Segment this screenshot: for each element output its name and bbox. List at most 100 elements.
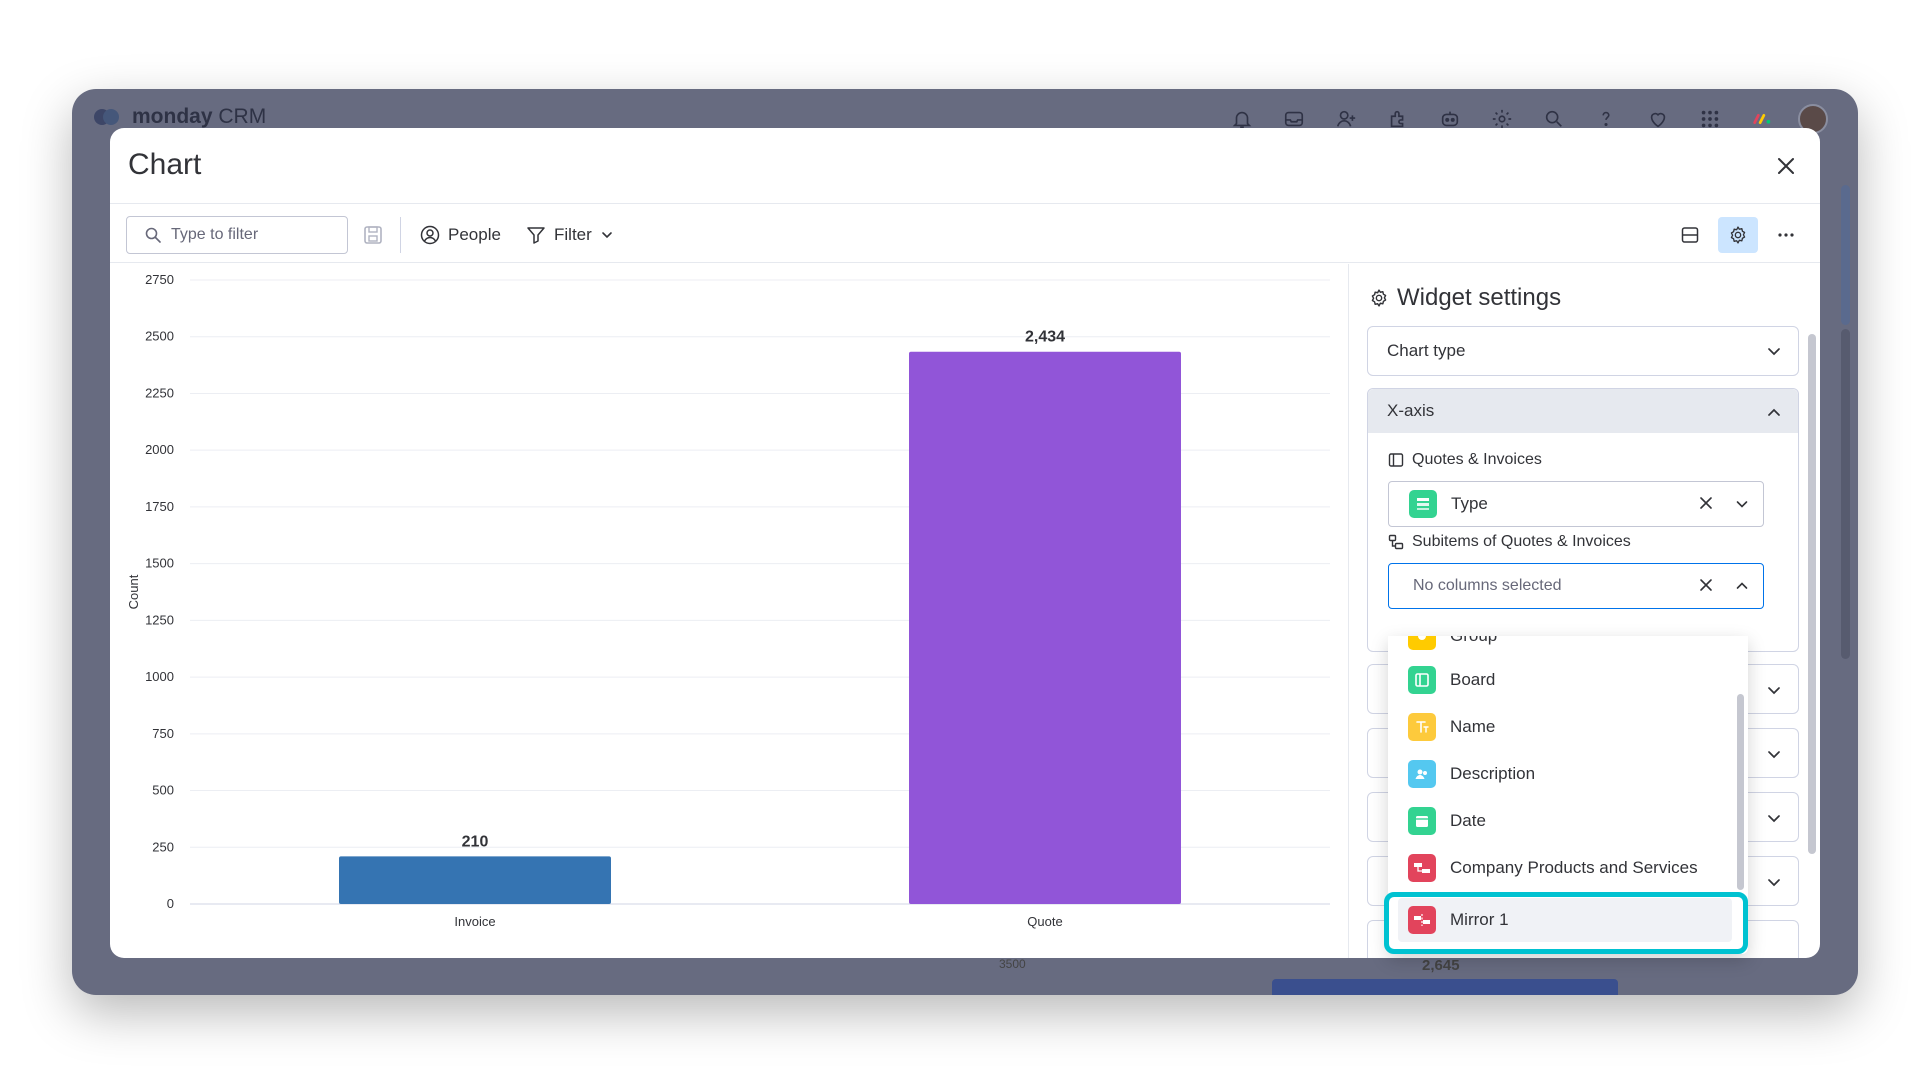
filter-search[interactable] — [126, 216, 348, 254]
chevron-down-icon — [1768, 751, 1780, 759]
widget-settings-title: Widget settings — [1369, 284, 1561, 312]
type-column-select[interactable]: Type — [1388, 481, 1764, 527]
chart-type-section[interactable]: Chart type — [1367, 326, 1799, 376]
chart-area: 0 250 500 750 1000 1250 1500 1750 2000 2250 2500 27… — [110, 264, 1348, 958]
people-filter-button[interactable]: People — [420, 217, 501, 253]
product-name: CRM — [218, 105, 267, 128]
modal-header: Chart — [110, 128, 1820, 204]
option-date[interactable]: Date — [1398, 799, 1732, 843]
background-chart-value: 2,645 — [1422, 957, 1460, 974]
y-tick-label: 0 — [167, 896, 174, 911]
y-tick-label: 750 — [152, 726, 174, 741]
brand-name: monday — [132, 105, 213, 128]
chevron-down-icon — [1768, 815, 1780, 823]
bar-chart: 0 250 500 750 1000 1250 1500 1750 2000 2250 2500 27… — [126, 272, 1330, 929]
y-axis-title: Count — [126, 574, 141, 609]
person-circle-icon — [420, 225, 440, 245]
option-label: Name — [1450, 717, 1496, 736]
gear-icon — [1371, 289, 1387, 307]
data-label: 2,434 — [1025, 329, 1065, 346]
layout-toggle-button[interactable] — [1670, 217, 1710, 253]
y-tick-label: 1250 — [145, 612, 174, 627]
panel-scrollbar[interactable] — [1808, 334, 1816, 854]
x-axis-label: X-axis — [1387, 401, 1435, 420]
search-input[interactable] — [171, 226, 341, 244]
bar-quote — [909, 351, 1181, 905]
board-source-label: Quotes & Invoices — [1388, 451, 1542, 469]
chevron-up-icon[interactable] — [1735, 579, 1749, 593]
toolbar-divider — [400, 217, 401, 253]
gear-icon — [1730, 226, 1746, 244]
widget-settings-label: Widget settings — [1397, 284, 1562, 311]
option-label: Company Products and Services — [1450, 858, 1698, 877]
y-tick-label: 2250 — [145, 385, 174, 400]
x-axis-section: X-axis Quotes & Invoices Type Subitems o… — [1367, 388, 1799, 652]
more-options-button[interactable] — [1766, 217, 1806, 253]
y-tick-label: 1000 — [145, 669, 174, 684]
x-tick-label: Invoice — [454, 914, 495, 929]
chevron-down-icon — [1768, 348, 1780, 356]
app-logo[interactable]: monday CRM — [94, 105, 266, 129]
x-tick-label: Quote — [1027, 914, 1062, 929]
option-label: Date — [1450, 811, 1486, 830]
chevron-down-icon[interactable] — [1735, 497, 1749, 511]
x-axis-header[interactable]: X-axis — [1368, 389, 1798, 433]
connect-boards-column-icon — [1408, 854, 1436, 882]
text-column-icon — [1408, 713, 1436, 741]
close-icon — [1778, 158, 1794, 174]
option-description[interactable]: Description — [1398, 752, 1732, 796]
option-name[interactable]: Name — [1398, 705, 1732, 749]
layout-icon — [1681, 227, 1699, 243]
people-column-icon — [1408, 760, 1436, 788]
y-tick-label: 250 — [152, 839, 174, 854]
background-chart-bar — [1272, 979, 1618, 995]
option-label: Description — [1450, 764, 1536, 783]
date-column-icon — [1408, 807, 1436, 835]
background-chart-tick: 3500 — [999, 957, 1026, 971]
board-source-name: Quotes & Invoices — [1412, 451, 1542, 468]
subitems-column-select[interactable]: No columns selected — [1388, 563, 1764, 609]
funnel-icon — [527, 227, 545, 244]
y-tick-label: 2000 — [145, 442, 174, 457]
chevron-down-icon — [601, 232, 612, 239]
y-tick-label: 2750 — [145, 272, 174, 287]
ellipsis-icon — [1778, 233, 1794, 237]
y-tick-label: 1750 — [145, 499, 174, 514]
modal-title: Chart — [128, 148, 202, 181]
monday-logo-icon — [94, 106, 124, 128]
chart-type-label: Chart type — [1387, 341, 1466, 360]
background-scrollbar-track — [1841, 329, 1850, 659]
widget-settings-button[interactable] — [1718, 217, 1758, 253]
group-column-icon — [1408, 636, 1436, 650]
clear-icon[interactable] — [1699, 496, 1713, 510]
chevron-up-icon — [1768, 408, 1780, 416]
background-scrollbar — [1841, 185, 1850, 325]
no-columns-placeholder: No columns selected — [1413, 577, 1562, 594]
option-label: Mirror 1 — [1450, 910, 1509, 929]
option-label: Board — [1450, 670, 1496, 689]
option-board[interactable]: Board — [1398, 658, 1732, 702]
filter-button[interactable]: Filter — [526, 217, 614, 253]
search-icon — [145, 227, 161, 243]
y-tick-label: 1500 — [145, 556, 174, 571]
option-mirror-1[interactable]: Mirror 1 — [1398, 898, 1732, 942]
chart-type-header[interactable]: Chart type — [1368, 327, 1798, 375]
selected-column-label: Type — [1451, 494, 1488, 513]
option-group[interactable]: Group — [1398, 636, 1732, 658]
bar-invoice — [339, 856, 611, 904]
close-button[interactable] — [1772, 152, 1800, 180]
y-tick-label: 500 — [152, 783, 174, 798]
data-label: 210 — [462, 833, 489, 850]
chevron-down-icon — [1768, 687, 1780, 695]
subitems-source-name: Subitems of Quotes & Invoices — [1412, 533, 1631, 550]
save-view-icon[interactable] — [362, 224, 384, 246]
dropdown-scrollbar[interactable] — [1737, 694, 1744, 890]
column-options-dropdown: Group Board Name Description Date Compan… — [1388, 636, 1748, 954]
y-tick-label: 2500 — [145, 329, 174, 344]
subitems-icon — [1388, 534, 1404, 550]
option-label: Group — [1450, 636, 1497, 646]
option-company-products-and-services[interactable]: Company Products and Services — [1398, 846, 1732, 890]
board-column-icon — [1408, 666, 1436, 694]
subitems-source-label: Subitems of Quotes & Invoices — [1388, 533, 1631, 551]
clear-icon[interactable] — [1699, 578, 1713, 592]
